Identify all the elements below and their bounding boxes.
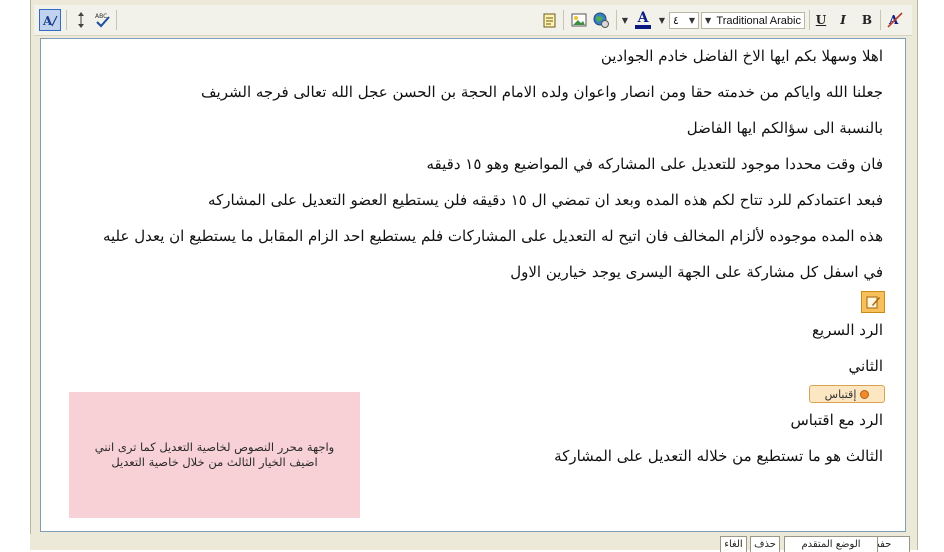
svg-text:A: A (42, 14, 53, 28)
toolbar-separator (116, 10, 117, 30)
chevron-down-icon: ▼ (705, 16, 712, 25)
third-option-line: الثالث هو ما تستطيع من خلاله التعديل على… (554, 447, 883, 465)
annotation-note: واجهة محرر النصوص لخاصية التعديل كما ترى… (69, 392, 360, 518)
toolbar-separator (880, 10, 881, 30)
italic-button[interactable]: I (832, 9, 854, 31)
font-color-icon[interactable]: A (632, 9, 654, 31)
editor-toolbar: A ABC ▼ A ▼ ٤ ▼ ▼ Traditional Arabic U I… (34, 5, 912, 36)
font-name-value: Traditional Arabic (716, 14, 801, 27)
paste-text-icon[interactable] (539, 9, 561, 31)
font-name-select[interactable]: ▼ Traditional Arabic (701, 12, 805, 29)
resize-arrows-icon[interactable] (70, 9, 92, 31)
quick-reply-icon (861, 291, 885, 313)
underline-button[interactable]: U (810, 9, 832, 31)
chevron-down-icon: ▼ (688, 16, 695, 25)
insert-link-icon[interactable] (590, 9, 612, 31)
quote-dot-icon (860, 389, 870, 399)
toolbar-separator (66, 10, 67, 30)
second-option-label: الثاني (848, 357, 883, 375)
quote-button: إقتباس (809, 385, 885, 403)
svg-text:ABC: ABC (95, 13, 107, 20)
annotation-note-text: واجهة محرر النصوص لخاصية التعديل كما ترى… (94, 440, 335, 469)
content-line: فان وقت محددا موجود للتعديل على المشاركه… (426, 155, 883, 173)
bold-button[interactable]: B (856, 9, 878, 31)
content-line: اهلا وسهلا بكم ايها الاخ الفاضل خادم الج… (600, 47, 883, 65)
quick-reply-label: الرد السريع (811, 321, 883, 339)
font-size-value: ٤ (673, 14, 679, 27)
quote-button-label: إقتباس (824, 387, 857, 401)
reply-with-quote-label: الرد مع اقتباس (790, 411, 883, 429)
content-line: هذه المده موجوده لألزام المخالف فان اتيح… (102, 227, 883, 245)
spellcheck-icon[interactable]: ABC (92, 9, 114, 31)
content-line: في اسفل كل مشاركة على الجهة اليسرى يوجد … (510, 263, 883, 281)
font-size-select[interactable]: ٤ ▼ (669, 12, 699, 29)
font-color-arrow[interactable]: ▼ (656, 9, 668, 31)
switch-mode-icon[interactable]: A (39, 9, 61, 31)
font-color-dropdown-arrow[interactable]: ▼ (620, 9, 630, 31)
content-line: جعلنا الله واياكم من خدمته حقا ومن انصار… (201, 83, 883, 101)
insert-image-icon[interactable] (568, 9, 590, 31)
toolbar-separator (563, 10, 564, 30)
content-line: بالنسبة الى سؤالكم ايها الفاضل (686, 119, 883, 137)
content-line: فبعد اعتمادكم للرد تتاح لكم هذه المده وب… (208, 191, 883, 209)
clear-format-icon[interactable]: A (884, 9, 906, 31)
toolbar-separator (616, 10, 617, 30)
